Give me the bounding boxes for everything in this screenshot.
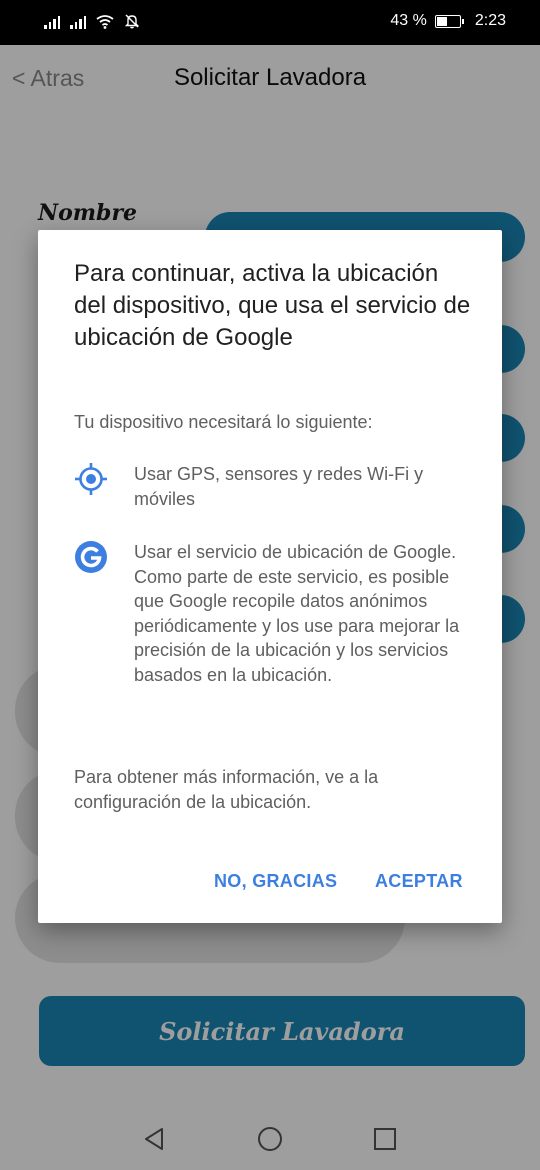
battery-fill	[436, 16, 448, 26]
battery-icon	[434, 14, 464, 28]
requirement-text: Usar el servicio de ubicación de Google.…	[134, 542, 460, 685]
dialog-footer-text: Para obtener más información, ve a la co…	[74, 767, 379, 812]
gps-target-icon	[75, 463, 107, 495]
signal-icon	[44, 13, 60, 29]
decline-button[interactable]: NO, GRACIAS	[214, 871, 337, 892]
dialog-subtitle: Tu dispositivo necesitará lo siguiente:	[74, 412, 373, 432]
accept-button[interactable]: ACEPTAR	[375, 871, 463, 892]
requirement-text: Usar GPS, sensores y redes Wi-Fi y móvil…	[134, 464, 424, 509]
status-icons-right: 43 % 2:23	[390, 12, 506, 30]
google-g-icon	[75, 541, 107, 573]
clock: 2:23	[474, 12, 506, 29]
status-icons-left	[44, 13, 140, 29]
wifi-icon	[96, 15, 114, 29]
dialog-title: Para continuar, activa la ubicación del …	[74, 260, 471, 351]
status-bar: 43 % 2:23	[0, 0, 540, 45]
location-permission-dialog: Para continuar, activa la ubicación del …	[38, 230, 502, 923]
battery-percent: 43 %	[390, 12, 427, 29]
bell-off-icon	[124, 14, 140, 29]
signal-icon	[70, 13, 86, 29]
